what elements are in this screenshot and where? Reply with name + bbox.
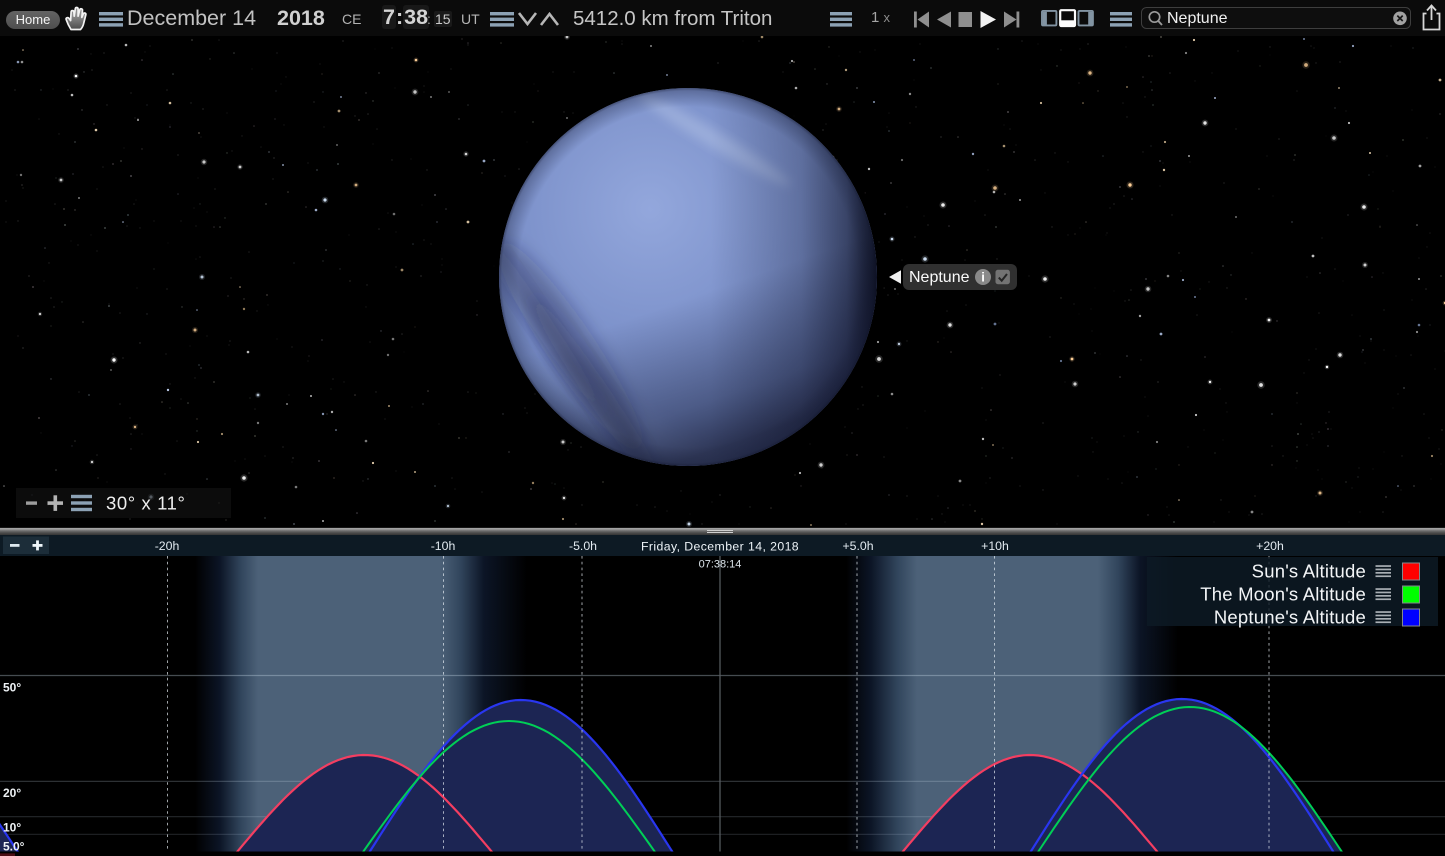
svg-text:-10h: -10h [431,539,456,553]
svg-text:Sun's Altitude: Sun's Altitude [1252,561,1366,582]
svg-text:+20h: +20h [1256,539,1284,553]
svg-text:Neptune's Altitude: Neptune's Altitude [1214,607,1366,628]
svg-text:10°: 10° [3,821,21,835]
svg-text:20°: 20° [3,786,21,800]
svg-text:50°: 50° [3,681,21,695]
svg-text:+5.0h: +5.0h [842,539,873,553]
svg-text:-20h: -20h [155,539,180,553]
svg-text:07:38:14: 07:38:14 [699,559,742,571]
svg-text:Friday, December 14, 2018: Friday, December 14, 2018 [641,540,799,554]
svg-text:5.0°: 5.0° [3,840,25,854]
svg-text:30° x 11°: 30° x 11° [106,492,186,513]
svg-text:The Moon's Altitude: The Moon's Altitude [1200,584,1366,605]
svg-text:i: i [981,270,985,285]
svg-text:+10h: +10h [981,539,1009,553]
svg-text:-5.0h: -5.0h [569,539,597,553]
